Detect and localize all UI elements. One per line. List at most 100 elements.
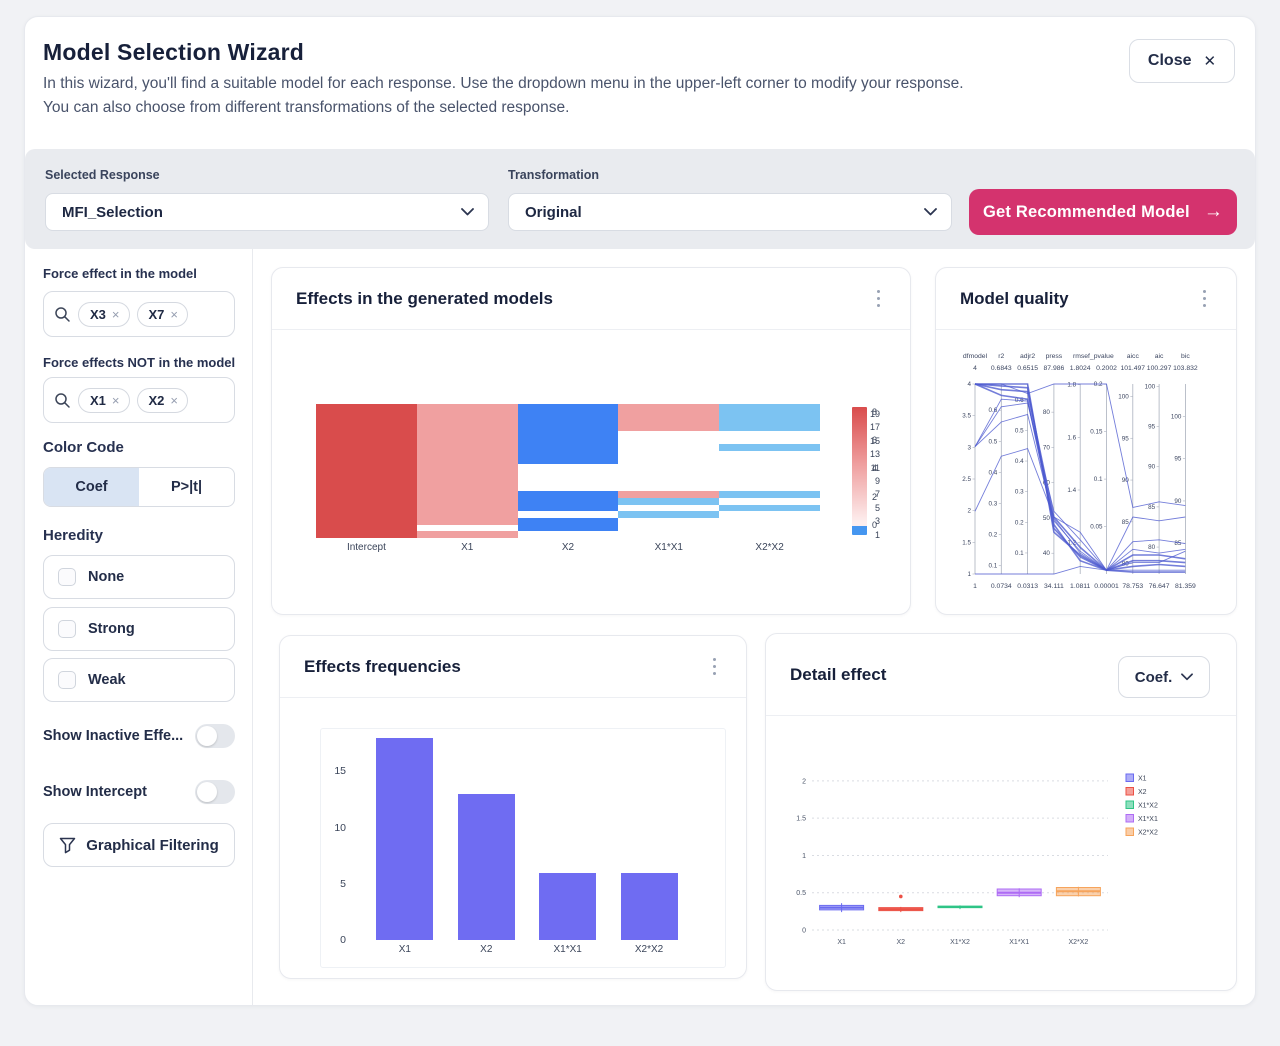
force-out-input[interactable]: X1× X2× bbox=[43, 377, 235, 423]
heredity-option-strong[interactable]: Strong bbox=[43, 607, 235, 651]
model-selection-wizard-card: Model Selection Wizard In this wizard, y… bbox=[24, 16, 1256, 1006]
detail-effect-metric-dropdown[interactable]: Coef. bbox=[1118, 656, 1210, 698]
chip-remove-icon[interactable]: × bbox=[170, 393, 178, 408]
heatmap-cell bbox=[518, 464, 619, 471]
legend-label: X1*X2 bbox=[1138, 803, 1158, 810]
force-out-chip-0[interactable]: X1× bbox=[78, 388, 130, 413]
heatmap-row bbox=[316, 478, 820, 485]
color-code-option-pt[interactable]: P>|t| bbox=[139, 468, 234, 506]
legend-swatch bbox=[1126, 828, 1134, 836]
chip-label: X3 bbox=[90, 307, 106, 322]
heatmap-cell bbox=[316, 411, 417, 418]
color-code-label: Color Code bbox=[43, 439, 124, 456]
heatmap-row bbox=[316, 518, 820, 525]
force-in-chip-0[interactable]: X3 × bbox=[78, 302, 130, 327]
panel-title: Effects frequencies bbox=[304, 657, 461, 677]
panel-title: Effects in the generated models bbox=[296, 289, 553, 309]
heatmap-cell bbox=[316, 438, 417, 445]
effects-heatmap-chart[interactable]: 191715131197531InterceptX1X2X1*X1X2*X286… bbox=[294, 396, 880, 568]
heatmap-cell bbox=[316, 424, 417, 431]
heatmap-cell bbox=[417, 464, 518, 471]
heatmap-cell bbox=[417, 505, 518, 512]
checkbox-icon[interactable] bbox=[58, 568, 76, 586]
heredity-option-none[interactable]: None bbox=[43, 555, 235, 599]
show-intercept-switch[interactable] bbox=[195, 780, 235, 804]
axis-top-value: 100.297 bbox=[1147, 365, 1172, 372]
heatmap-cell bbox=[518, 484, 619, 491]
graphical-filtering-button[interactable]: Graphical Filtering bbox=[43, 823, 235, 867]
heatmap-cell bbox=[518, 471, 619, 478]
transformation-label: Transformation bbox=[508, 168, 599, 182]
heatmap-cell bbox=[518, 424, 619, 431]
kebab-menu-icon[interactable] bbox=[707, 652, 723, 682]
heredity-label: Heredity bbox=[43, 527, 103, 544]
force-out-chip-1[interactable]: X2× bbox=[137, 388, 189, 413]
heatmap-row bbox=[316, 491, 820, 498]
axis-tick-label: 95 bbox=[1174, 456, 1182, 463]
axis-tick-label: 85 bbox=[1148, 504, 1156, 511]
axis-bottom-value: 0.0313 bbox=[1017, 583, 1038, 590]
heatmap-cell bbox=[417, 525, 518, 532]
heatmap-cell bbox=[618, 464, 719, 471]
heatmap-cell bbox=[618, 531, 719, 538]
kebab-menu-icon[interactable] bbox=[1197, 284, 1213, 314]
detail-effect-panel: Detail effect Coef. 00.511.52X1X2X1*X2X1… bbox=[765, 633, 1237, 991]
bar-group[interactable] bbox=[352, 732, 702, 940]
detail-effect-chart[interactable]: 00.511.52X1X2X1*X2X1*X1X2*X2X1X2X1*X2X1*… bbox=[778, 750, 1224, 971]
heatmap-cell bbox=[618, 511, 719, 518]
bar[interactable] bbox=[376, 738, 433, 940]
heatmap-cell bbox=[518, 417, 619, 424]
axis-top-value: 0.6515 bbox=[1017, 365, 1038, 372]
heatmap-cell bbox=[719, 531, 820, 538]
heatmap-row bbox=[316, 411, 820, 418]
close-button-label: Close bbox=[1148, 52, 1192, 70]
effects-frequencies-panel-header: Effects frequencies bbox=[280, 636, 746, 698]
force-in-chip-1[interactable]: X7 × bbox=[137, 302, 189, 327]
chip-remove-icon[interactable]: × bbox=[112, 307, 120, 322]
heatmap-row bbox=[316, 505, 820, 512]
bar[interactable] bbox=[539, 873, 596, 940]
heatmap-cell bbox=[417, 444, 518, 451]
heatmap-row bbox=[316, 484, 820, 491]
chip-label: X7 bbox=[149, 307, 165, 322]
heatmap-cell bbox=[417, 471, 518, 478]
bar[interactable] bbox=[621, 873, 678, 940]
heatmap-cell bbox=[518, 451, 619, 458]
get-recommended-model-button[interactable]: Get Recommended Model → bbox=[969, 189, 1237, 235]
axis-top-value: 4 bbox=[973, 365, 977, 372]
heatmap-cell bbox=[618, 424, 719, 431]
model-quality-chart[interactable]: dfmodelr2adjr2pressrmsef_pvalueaiccaicbi… bbox=[942, 348, 1232, 601]
heatmap-cell bbox=[417, 491, 518, 498]
transformation-select[interactable]: Original bbox=[508, 193, 952, 231]
metric-header-label: press bbox=[1046, 353, 1063, 360]
checkbox-icon[interactable] bbox=[58, 620, 76, 638]
control-bar: Selected Response MFI_Selection Transfor… bbox=[25, 149, 1255, 249]
axis-tick-label: 40 bbox=[1043, 550, 1051, 557]
heatmap-cell bbox=[518, 438, 619, 445]
close-button[interactable]: Close ✕ bbox=[1129, 39, 1235, 83]
force-in-label: Force effect in the model bbox=[43, 266, 197, 281]
heatmap-grid[interactable] bbox=[316, 404, 820, 538]
axis-top-value: 1.8024 bbox=[1070, 365, 1091, 372]
selected-response-select[interactable]: MFI_Selection bbox=[45, 193, 489, 231]
chevron-down-icon bbox=[461, 208, 474, 216]
heatmap-cell bbox=[518, 525, 619, 532]
heatmap-y-tick: 9 bbox=[875, 476, 880, 486]
legend-swatch bbox=[1126, 815, 1134, 823]
axis-top-value: 87.986 bbox=[1044, 365, 1065, 372]
heatmap-cell bbox=[316, 531, 417, 538]
show-inactive-effects-switch[interactable] bbox=[195, 724, 235, 748]
axis-tick-label: 90 bbox=[1148, 464, 1156, 471]
kebab-menu-icon[interactable] bbox=[871, 284, 887, 314]
heatmap-cell bbox=[316, 518, 417, 525]
force-in-input[interactable]: X3 × X7 × bbox=[43, 291, 235, 337]
heatmap-cell bbox=[316, 484, 417, 491]
checkbox-icon[interactable] bbox=[58, 671, 76, 689]
heredity-option-weak[interactable]: Weak bbox=[43, 658, 235, 702]
toggle-knob bbox=[197, 726, 217, 746]
chip-remove-icon[interactable]: × bbox=[112, 393, 120, 408]
color-code-option-coef[interactable]: Coef bbox=[44, 468, 139, 506]
chip-remove-icon[interactable]: × bbox=[170, 307, 178, 322]
heatmap-cell bbox=[618, 411, 719, 418]
bar[interactable] bbox=[458, 794, 515, 940]
